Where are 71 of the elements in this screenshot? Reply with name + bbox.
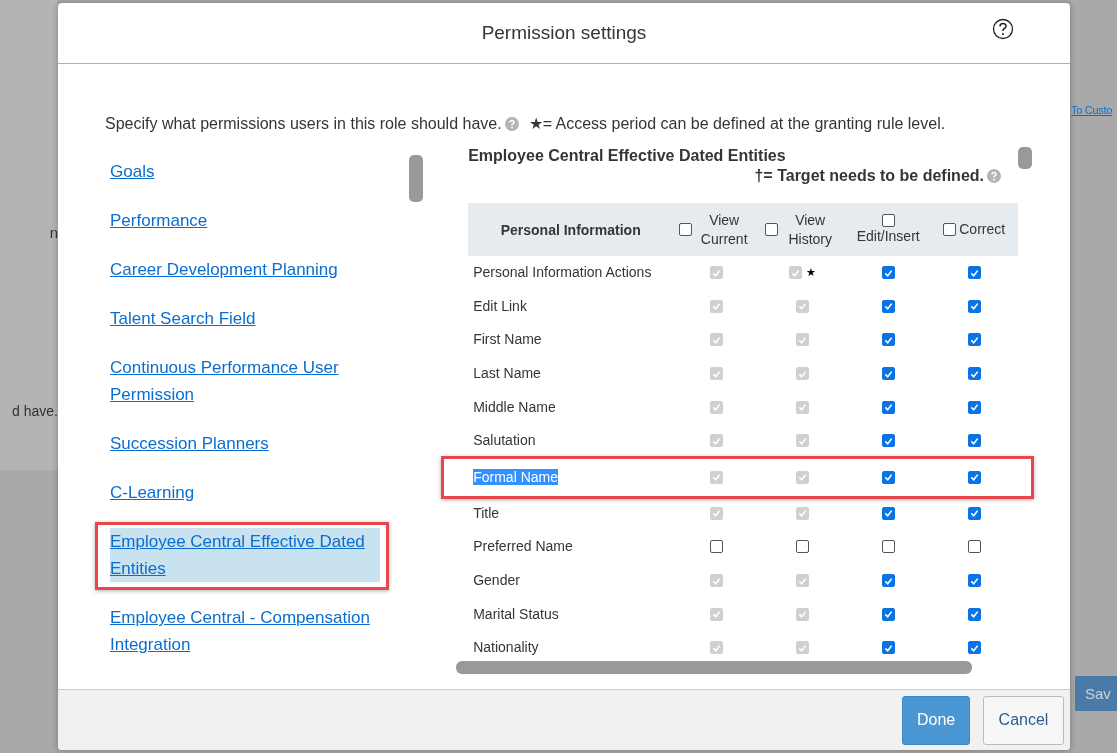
legend-text: †= Target needs to be defined. xyxy=(754,167,984,185)
checkbox[interactable] xyxy=(881,641,895,655)
checkbox[interactable] xyxy=(967,434,981,448)
row-label: Marital Status xyxy=(472,605,560,623)
category-link[interactable]: Employee Central - Compensation Integration xyxy=(110,604,380,658)
checkbox[interactable] xyxy=(679,223,693,236)
category-link[interactable]: Performance xyxy=(110,207,208,234)
background-button[interactable]: Sav xyxy=(1075,676,1117,711)
intro-text: Specify what permissions users in this role should have. xyxy=(105,114,502,133)
background-text: n xyxy=(49,224,58,241)
checkbox[interactable] xyxy=(881,434,895,448)
row-label: Middle Name xyxy=(472,398,557,416)
row-label: Gender xyxy=(472,572,521,590)
row-label: First Name xyxy=(472,331,543,349)
note-mark: ★ xyxy=(805,266,816,280)
checkbox[interactable] xyxy=(881,367,895,381)
checkbox[interactable] xyxy=(881,470,895,484)
column-header: Correct xyxy=(959,220,1006,239)
checkbox[interactable] xyxy=(881,506,895,520)
checkbox[interactable] xyxy=(795,540,809,554)
checkbox[interactable] xyxy=(881,574,895,588)
checkbox[interactable] xyxy=(967,506,981,520)
column-header: View History xyxy=(787,210,833,249)
checkbox[interactable] xyxy=(967,266,981,280)
category-link[interactable]: Goals xyxy=(110,158,155,185)
section-title: Employee Central Effective Dated Entities xyxy=(468,147,786,165)
category-link[interactable]: Career Development Planning xyxy=(110,256,338,283)
checkbox[interactable] xyxy=(967,540,981,554)
row-label: Nationality xyxy=(472,639,540,657)
category-link[interactable]: Employee Central Effective Dated Entities xyxy=(95,522,389,590)
category-link[interactable]: C-Learning xyxy=(110,479,195,506)
checkbox[interactable] xyxy=(709,540,723,554)
checkbox[interactable] xyxy=(765,223,779,236)
legend-text: ★= Access period can be defined at the granting rule level. xyxy=(528,114,946,133)
checkbox[interactable] xyxy=(967,470,981,484)
help-icon[interactable] xyxy=(992,18,1014,40)
row-label: Edit Link xyxy=(472,297,528,315)
checkbox[interactable] xyxy=(967,400,981,414)
column-header: View Current xyxy=(699,210,749,249)
row-label: Salutation xyxy=(472,432,537,450)
checkbox[interactable] xyxy=(967,607,981,621)
checkbox[interactable] xyxy=(967,367,981,381)
row-label: Title xyxy=(472,504,501,522)
scrollbar-thumb[interactable] xyxy=(456,660,973,674)
checkbox[interactable] xyxy=(967,574,981,588)
category-link[interactable]: Talent Search Field xyxy=(110,305,256,332)
footer-button[interactable]: Cancel xyxy=(983,695,1064,745)
checkbox[interactable] xyxy=(881,213,895,227)
checkbox[interactable] xyxy=(967,299,981,313)
checkbox[interactable] xyxy=(967,641,981,655)
background-text: d have. xyxy=(12,403,58,419)
column-header: Edit/Insert xyxy=(856,226,920,246)
row-label: Last Name xyxy=(472,365,542,383)
checkbox[interactable] xyxy=(881,400,895,414)
category-link[interactable]: Continuous Performance User Permission xyxy=(110,354,380,408)
column-header: Personal Information xyxy=(499,221,642,238)
footer-button[interactable]: Done xyxy=(902,695,970,745)
row-label: Formal Name xyxy=(472,468,559,486)
row-label: Preferred Name xyxy=(472,538,574,556)
checkbox[interactable] xyxy=(881,266,895,280)
checkbox[interactable] xyxy=(881,299,895,313)
dialog-title: Permission settings xyxy=(481,22,647,44)
checkbox[interactable] xyxy=(967,333,981,347)
checkbox[interactable] xyxy=(881,607,895,621)
category-link[interactable]: Succession Planners xyxy=(110,430,269,457)
checkbox[interactable] xyxy=(881,333,895,347)
checkbox[interactable] xyxy=(881,540,895,554)
checkbox[interactable] xyxy=(943,223,957,236)
scrollbar-thumb[interactable] xyxy=(1018,147,1033,169)
row-label: Personal Information Actions xyxy=(472,264,653,282)
scrollbar-thumb[interactable] xyxy=(409,155,423,202)
